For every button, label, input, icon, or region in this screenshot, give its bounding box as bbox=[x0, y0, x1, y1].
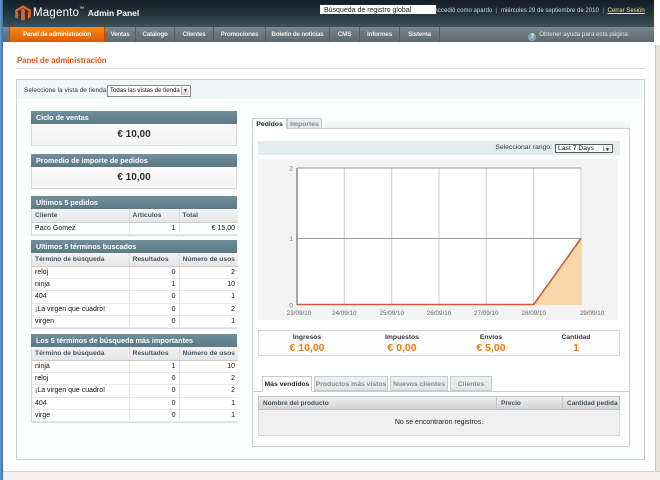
svg-text:28/09/10: 28/09/10 bbox=[521, 310, 546, 317]
svg-text:25/09/10: 25/09/10 bbox=[379, 310, 404, 317]
svg-text:27/09/10: 27/09/10 bbox=[474, 310, 499, 317]
svg-text:29/09/10: 29/09/10 bbox=[580, 310, 605, 317]
svg-text:26/09/10: 26/09/10 bbox=[427, 310, 452, 317]
svg-text:1: 1 bbox=[289, 236, 293, 243]
svg-text:0: 0 bbox=[289, 303, 293, 310]
svg-text:23/09/10: 23/09/10 bbox=[287, 310, 312, 317]
svg-text:24/09/10: 24/09/10 bbox=[332, 310, 357, 317]
svg-text:2: 2 bbox=[289, 166, 293, 173]
